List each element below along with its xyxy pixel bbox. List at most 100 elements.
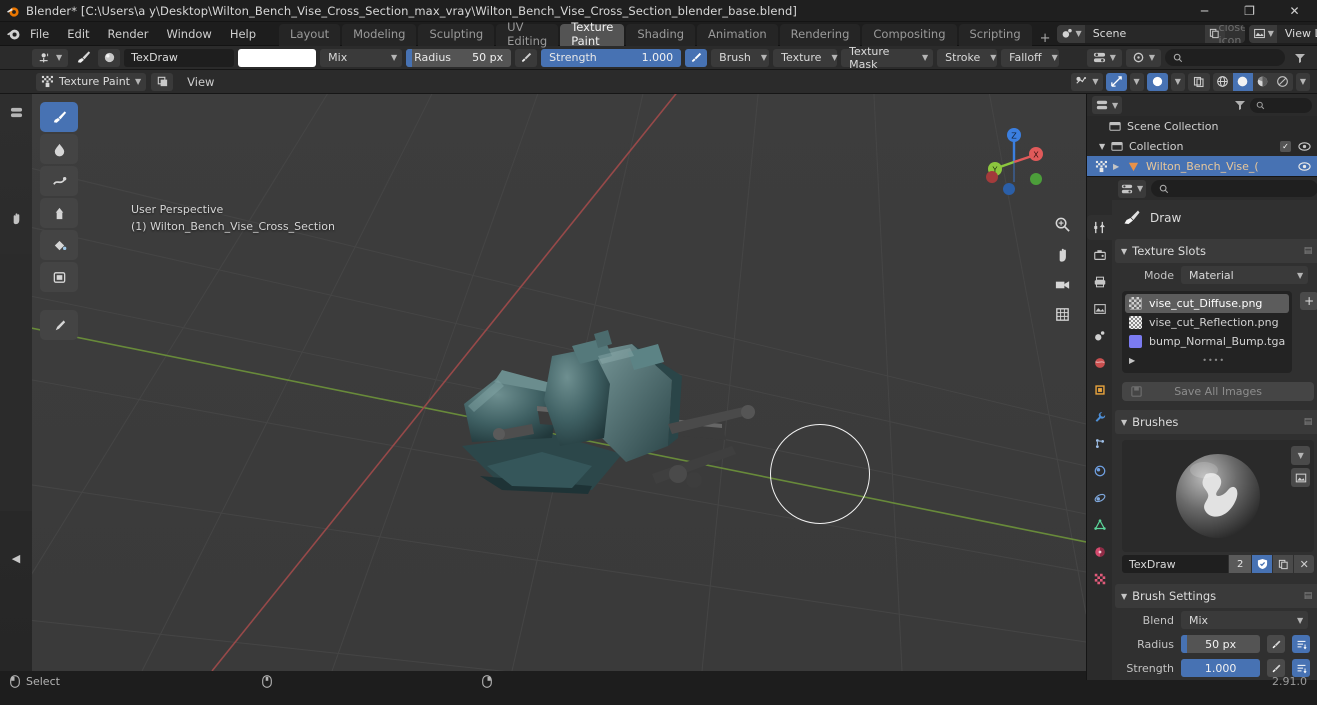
properties-editor-type-button[interactable]: ▼: [1118, 179, 1147, 198]
workspace-tab-sculpting[interactable]: Sculpting: [418, 23, 495, 46]
workspace-tab-compositing[interactable]: Compositing: [862, 23, 957, 46]
properties-tab-material[interactable]: [1087, 539, 1112, 564]
left-strip-editor-icon[interactable]: [0, 98, 32, 126]
menu-edit[interactable]: Edit: [58, 24, 98, 44]
filter-icon[interactable]: [1289, 49, 1311, 67]
brush-datablock-icon[interactable]: [98, 48, 121, 67]
outliner-row-scene-collection[interactable]: Scene Collection: [1087, 116, 1317, 136]
workspace-tab-scripting[interactable]: Scripting: [958, 23, 1032, 46]
brush-menu[interactable]: Brush ▼: [711, 48, 770, 67]
expand-triangle-icon[interactable]: ▼: [1121, 592, 1127, 601]
smear-tool-button[interactable]: [40, 166, 78, 196]
workspace-tab-layout[interactable]: Layout: [279, 23, 341, 46]
properties-tab-output[interactable]: [1087, 269, 1112, 294]
texture-menu[interactable]: Texture ▼: [773, 48, 838, 67]
maximize-button[interactable]: ❐: [1227, 0, 1272, 22]
add-texture-slot-button[interactable]: +: [1300, 292, 1317, 310]
properties-search-box[interactable]: [1165, 49, 1285, 66]
interaction-mode-dropdown[interactable]: Texture Paint ▼: [36, 72, 147, 91]
soften-tool-button[interactable]: [40, 134, 78, 164]
xray-toggle[interactable]: [1146, 72, 1168, 91]
shading-solid-button[interactable]: [1232, 72, 1253, 91]
radius-pressure-icon[interactable]: [1267, 635, 1286, 653]
strength-pressure-icon[interactable]: [1267, 659, 1286, 677]
overlays-dropdown[interactable]: ▼: [1129, 72, 1144, 91]
brush-image-button[interactable]: [1291, 468, 1311, 487]
menu-file[interactable]: File: [21, 24, 58, 44]
properties-tab-modifier[interactable]: [1087, 404, 1112, 429]
falloff-menu[interactable]: Falloff ▼: [1001, 48, 1060, 67]
strength-slider[interactable]: Strength 1.000: [541, 48, 682, 67]
save-all-images-button[interactable]: Save All Images: [1122, 382, 1315, 401]
fill-tool-button[interactable]: [40, 230, 78, 260]
outliner-filter-icon[interactable]: [1234, 99, 1246, 111]
texture-slots-panel-header[interactable]: ▼ Texture Slots ▤: [1115, 239, 1317, 263]
properties-tab-object[interactable]: [1087, 377, 1112, 402]
workspace-tab-animation[interactable]: Animation: [697, 23, 778, 46]
brush-user-count[interactable]: 2: [1229, 555, 1252, 573]
shading-rendered-button[interactable]: [1273, 73, 1293, 91]
brush-settings-panel-header[interactable]: ▼ Brush Settings ▤: [1115, 584, 1317, 608]
radius-slider[interactable]: Radius 50 px: [406, 48, 512, 67]
brush-strength-slider[interactable]: 1.000: [1181, 659, 1261, 677]
brush-blend-dropdown[interactable]: Mix ▼: [1181, 611, 1309, 629]
properties-search-input[interactable]: [1151, 180, 1317, 197]
radius-pressure-icon[interactable]: [515, 48, 538, 67]
texture-slot-item[interactable]: vise_cut_Diffuse.png: [1125, 294, 1290, 313]
outliner-search-input[interactable]: [1250, 97, 1312, 113]
workspace-tab-texture-paint[interactable]: Texture Paint: [560, 20, 625, 48]
orthographic-icon[interactable]: [1050, 302, 1074, 326]
texture-slot-item[interactable]: bump_Normal_Bump.tga: [1125, 332, 1289, 351]
xray-dropdown[interactable]: ▼: [1170, 72, 1185, 91]
collection-checkbox[interactable]: ✓: [1280, 140, 1291, 152]
visibility-eye-icon[interactable]: [1298, 141, 1311, 152]
draw-tool-button[interactable]: [40, 102, 78, 132]
mask-tool-button[interactable]: [40, 262, 78, 292]
viewport-overlays-toggle[interactable]: [1105, 72, 1127, 91]
brush-color-swatch[interactable]: [238, 48, 317, 67]
pan-icon[interactable]: [1050, 242, 1074, 266]
properties-tab-object-data[interactable]: [1087, 512, 1112, 537]
navigation-gizmo[interactable]: Z Y X: [976, 124, 1052, 200]
minimize-button[interactable]: ─: [1182, 0, 1227, 22]
tool-settings-dropdown[interactable]: ▼: [32, 48, 69, 67]
texture-slot-list-footer[interactable]: ▶ ••••: [1125, 351, 1289, 370]
browse-brush-button[interactable]: ▼: [1291, 446, 1311, 465]
texture-slot-mode-dropdown[interactable]: Material ▼: [1181, 266, 1309, 284]
expand-triangle-icon[interactable]: ▼: [1099, 142, 1111, 151]
radius-unified-settings-icon[interactable]: [1292, 635, 1311, 653]
annotate-tool-button[interactable]: [40, 310, 78, 340]
viewport-view-menu[interactable]: View: [178, 72, 223, 92]
strength-unified-settings-icon[interactable]: [1292, 659, 1311, 677]
strength-pressure-icon[interactable]: [685, 48, 708, 67]
clone-tool-button[interactable]: [40, 198, 78, 228]
texture-slot-item[interactable]: vise_cut_Reflection.png: [1125, 313, 1289, 332]
blend-mode-dropdown[interactable]: Mix ▼: [320, 48, 403, 67]
remove-scene-button[interactable]: close-icon: [1219, 24, 1245, 43]
left-strip-hand-icon[interactable]: [0, 204, 32, 232]
list-resize-grip-icon[interactable]: ••••: [1202, 356, 1225, 365]
menu-render[interactable]: Render: [99, 24, 158, 44]
outliner-row-collection[interactable]: ▼ Collection ✓: [1087, 136, 1317, 156]
stroke-menu[interactable]: Stroke ▼: [937, 48, 998, 67]
properties-tab-particles[interactable]: [1087, 431, 1112, 456]
expand-triangle-icon[interactable]: ▼: [1121, 418, 1127, 427]
view-layer-selector[interactable]: ▼ View Layer close-icon: [1248, 24, 1317, 43]
add-workspace-button[interactable]: +: [1034, 31, 1057, 46]
close-button[interactable]: ✕: [1272, 0, 1317, 22]
properties-tab-tool[interactable]: [1087, 215, 1112, 240]
properties-tab-view-layer[interactable]: [1087, 296, 1112, 321]
camera-icon[interactable]: [1050, 272, 1074, 296]
fake-user-button[interactable]: [1252, 555, 1273, 573]
properties-tab-world[interactable]: [1087, 350, 1112, 375]
blender-menu-icon[interactable]: [6, 26, 21, 41]
shading-wireframe-button[interactable]: [1213, 73, 1233, 91]
editor-options-button[interactable]: ▼: [1125, 48, 1161, 67]
duplicate-brush-button[interactable]: [1273, 555, 1294, 573]
workspace-tab-uv-editing[interactable]: UV Editing: [496, 20, 559, 48]
left-strip-collapse-icon[interactable]: ◀: [0, 544, 32, 572]
brush-preview[interactable]: ▼: [1122, 440, 1315, 552]
outliner-editor-type-button[interactable]: ▼: [1092, 96, 1123, 114]
viewport-gizmo-toggle[interactable]: ▼: [1071, 72, 1103, 91]
zoom-icon[interactable]: [1050, 212, 1074, 236]
